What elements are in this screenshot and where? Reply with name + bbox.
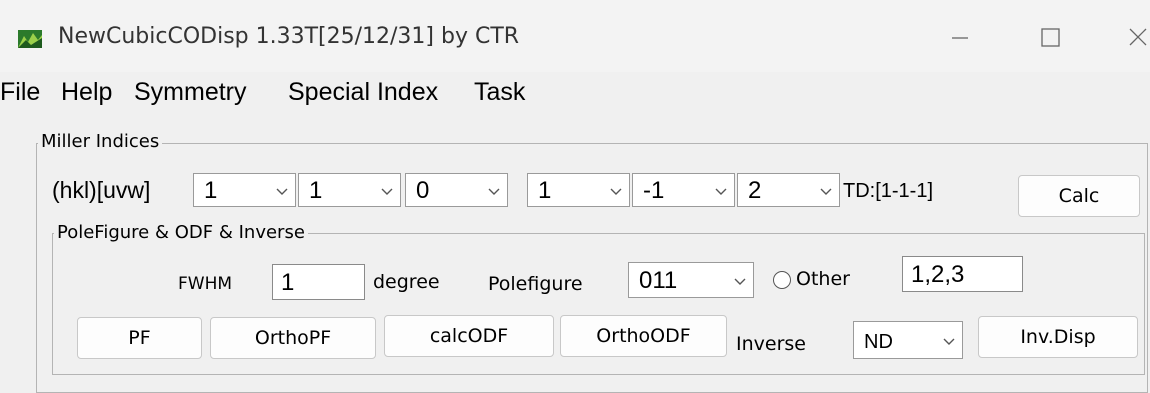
h-index-select[interactable]: 1 bbox=[193, 173, 296, 207]
orthoodf-button[interactable]: OrthoODF bbox=[560, 315, 727, 357]
k-index-select[interactable]: 1 bbox=[298, 173, 401, 207]
close-icon bbox=[1129, 28, 1147, 46]
chevron-down-icon bbox=[276, 188, 288, 195]
chevron-down-icon bbox=[820, 188, 832, 195]
polefigure-group-label: PoleFigure & ODF & Inverse bbox=[54, 222, 308, 244]
chevron-down-icon bbox=[734, 278, 746, 285]
orthopf-button[interactable]: OrthoPF bbox=[210, 317, 376, 359]
td-direction-label: TD:[1-1-1] bbox=[843, 180, 934, 202]
minimize-button[interactable] bbox=[940, 14, 980, 58]
menu-bar: File Help Symmetry Special Index Task bbox=[0, 76, 1150, 124]
other-label: Other bbox=[796, 268, 850, 290]
miller-indices-group-label: Miller Indices bbox=[38, 131, 163, 153]
pf-button[interactable]: PF bbox=[77, 317, 202, 359]
menu-task[interactable]: Task bbox=[474, 76, 525, 108]
close-button[interactable] bbox=[1110, 14, 1150, 58]
other-radio[interactable] bbox=[773, 271, 791, 289]
v-index-select[interactable]: -1 bbox=[632, 173, 735, 207]
chevron-down-icon bbox=[381, 188, 393, 195]
chevron-down-icon bbox=[488, 188, 500, 195]
minimize-icon bbox=[952, 37, 968, 39]
window-title: NewCubicCODisp 1.33T[25/12/31] by CTR bbox=[58, 24, 520, 49]
maximize-button[interactable] bbox=[1030, 14, 1070, 58]
title-bar: NewCubicCODisp 1.33T[25/12/31] by CTR bbox=[0, 0, 1150, 72]
inverse-select[interactable]: ND bbox=[853, 321, 963, 359]
fwhm-input[interactable]: 1 bbox=[272, 264, 365, 300]
maximize-icon bbox=[1041, 28, 1060, 47]
menu-special-index[interactable]: Special Index bbox=[288, 76, 438, 108]
hkl-uvw-label: (hkl)[uvw] bbox=[52, 177, 151, 203]
calc-button[interactable]: Calc bbox=[1018, 175, 1140, 217]
chevron-down-icon bbox=[610, 188, 622, 195]
inverse-label: Inverse bbox=[736, 333, 806, 355]
w-index-select[interactable]: 2 bbox=[737, 173, 840, 207]
polefigure-label: Polefigure bbox=[488, 273, 583, 295]
fwhm-label: FWHM bbox=[178, 274, 233, 294]
calcodf-button[interactable]: calcODF bbox=[384, 315, 554, 357]
chevron-down-icon bbox=[943, 338, 955, 345]
u-index-select[interactable]: 1 bbox=[527, 173, 630, 207]
polefigure-select[interactable]: 011 bbox=[628, 262, 754, 298]
menu-help[interactable]: Help bbox=[61, 76, 112, 108]
other-input[interactable]: 1,2,3 bbox=[902, 256, 1023, 292]
degree-label: degree bbox=[373, 271, 440, 293]
menu-file[interactable]: File bbox=[0, 76, 40, 108]
inv-disp-button[interactable]: Inv.Disp bbox=[978, 316, 1138, 358]
app-icon bbox=[18, 30, 42, 48]
l-index-select[interactable]: 0 bbox=[405, 173, 508, 207]
menu-symmetry[interactable]: Symmetry bbox=[134, 76, 247, 108]
chevron-down-icon bbox=[715, 188, 727, 195]
